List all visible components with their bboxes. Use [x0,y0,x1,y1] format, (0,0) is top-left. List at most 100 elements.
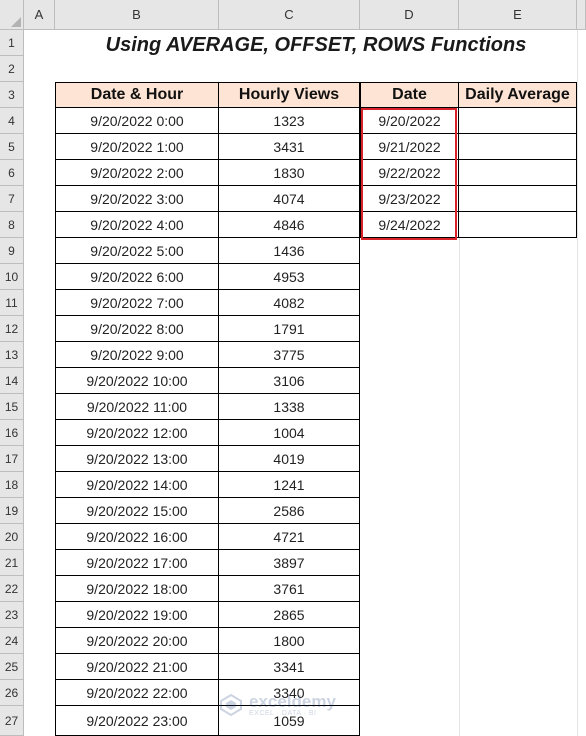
date-hour-cell[interactable]: 9/20/2022 8:00 [55,316,219,342]
row-header-8[interactable]: 8 [0,212,24,238]
row-header-15[interactable]: 15 [0,394,24,420]
daily-average-cell[interactable] [459,186,577,212]
hourly-views-cell[interactable]: 4721 [219,524,360,550]
hourly-views-cell[interactable]: 4082 [219,290,360,316]
date-hour-cell[interactable]: 9/20/2022 9:00 [55,342,219,368]
row-header-3[interactable]: 3 [0,82,24,108]
daily-average-cell[interactable] [459,108,577,134]
hourly-views-cell[interactable]: 1323 [219,108,360,134]
row-header-16[interactable]: 16 [0,420,24,446]
hourly-views-cell[interactable]: 1830 [219,160,360,186]
hourly-views-cell[interactable]: 4846 [219,212,360,238]
hourly-views-cell[interactable]: 3761 [219,576,360,602]
daily-average-cell[interactable] [459,160,577,186]
hourly-views-cell[interactable]: 3897 [219,550,360,576]
hourly-views-cell[interactable]: 2865 [219,602,360,628]
row-header-23[interactable]: 23 [0,602,24,628]
header-date-hour[interactable]: Date & Hour [55,82,219,108]
date-hour-cell[interactable]: 9/20/2022 3:00 [55,186,219,212]
date-hour-cell[interactable]: 9/20/2022 4:00 [55,212,219,238]
row-header-7[interactable]: 7 [0,186,24,212]
hourly-views-cell[interactable]: 4019 [219,446,360,472]
column-header-a[interactable]: A [24,0,55,30]
date-hour-cell[interactable]: 9/20/2022 19:00 [55,602,219,628]
hourly-views-cell[interactable]: 1338 [219,394,360,420]
sheet-title: Using AVERAGE, OFFSET, ROWS Functions [105,33,527,56]
date-hour-cell[interactable]: 9/20/2022 15:00 [55,498,219,524]
hourly-views-cell[interactable]: 1791 [219,316,360,342]
date-hour-cell[interactable]: 9/20/2022 12:00 [55,420,219,446]
date-hour-cell[interactable]: 9/20/2022 10:00 [55,368,219,394]
row-header-4[interactable]: 4 [0,108,24,134]
row-header-19[interactable]: 19 [0,498,24,524]
hourly-views-cell[interactable]: 1800 [219,628,360,654]
hourly-views-cell[interactable]: 3106 [219,368,360,394]
column-header-f-partial[interactable] [577,0,586,30]
hourly-views-cell[interactable]: 1241 [219,472,360,498]
hourly-views-cell[interactable]: 3431 [219,134,360,160]
date-hour-cell[interactable]: 9/20/2022 22:00 [55,680,219,706]
row-header-20[interactable]: 20 [0,524,24,550]
row-header-10[interactable]: 10 [0,264,24,290]
column-header-e[interactable]: E [459,0,577,30]
date-cell[interactable]: 9/23/2022 [360,186,459,212]
date-hour-cell[interactable]: 9/20/2022 16:00 [55,524,219,550]
header-daily-average[interactable]: Daily Average [459,82,577,108]
row-header-26[interactable]: 26 [0,680,24,706]
date-hour-cell[interactable]: 9/20/2022 0:00 [55,108,219,134]
date-hour-cell[interactable]: 9/20/2022 7:00 [55,290,219,316]
select-all-corner[interactable] [0,0,24,30]
daily-average-cell[interactable] [459,134,577,160]
hourly-views-cell[interactable]: 3775 [219,342,360,368]
row-header-22[interactable]: 22 [0,576,24,602]
date-hour-cell[interactable]: 9/20/2022 13:00 [55,446,219,472]
select-all-triangle-icon [11,17,21,27]
row-header-25[interactable]: 25 [0,654,24,680]
row-header-24[interactable]: 24 [0,628,24,654]
hourly-views-cell[interactable]: 4074 [219,186,360,212]
watermark-name: exceldemy [249,691,336,711]
date-hour-cell[interactable]: 9/20/2022 6:00 [55,264,219,290]
hourly-views-cell[interactable]: 4953 [219,264,360,290]
row-header-27[interactable]: 27 [0,706,24,736]
date-hour-cell[interactable]: 9/20/2022 2:00 [55,160,219,186]
row-header-11[interactable]: 11 [0,290,24,316]
row-header-14[interactable]: 14 [0,368,24,394]
date-hour-cell[interactable]: 9/20/2022 21:00 [55,654,219,680]
row-header-17[interactable]: 17 [0,446,24,472]
column-header-c[interactable]: C [219,0,360,30]
date-hour-cell[interactable]: 9/20/2022 20:00 [55,628,219,654]
row-header-1[interactable]: 1 [0,30,24,56]
date-hour-cell[interactable]: 9/20/2022 5:00 [55,238,219,264]
row-header-2[interactable]: 2 [0,56,24,82]
date-cell[interactable]: 9/21/2022 [360,134,459,160]
date-cell[interactable]: 9/24/2022 [360,212,459,238]
row-header-9[interactable]: 9 [0,238,24,264]
row-header-12[interactable]: 12 [0,316,24,342]
date-cell[interactable]: 9/20/2022 [360,108,459,134]
row-header-13[interactable]: 13 [0,342,24,368]
date-cell[interactable]: 9/22/2022 [360,160,459,186]
row-header-6[interactable]: 6 [0,160,24,186]
date-hour-cell[interactable]: 9/20/2022 11:00 [55,394,219,420]
row-header-18[interactable]: 18 [0,472,24,498]
gridline [577,30,578,736]
row-header-5[interactable]: 5 [0,134,24,160]
row-header-21[interactable]: 21 [0,550,24,576]
date-hour-cell[interactable]: 9/20/2022 18:00 [55,576,219,602]
column-header-d[interactable]: D [360,0,459,30]
watermark-tagline: EXCEL · DATA · BI [249,709,317,717]
hourly-views-cell[interactable]: 1004 [219,420,360,446]
header-hourly-views[interactable]: Hourly Views [219,82,360,108]
date-hour-cell[interactable]: 9/20/2022 1:00 [55,134,219,160]
hourly-views-cell[interactable]: 1436 [219,238,360,264]
header-date[interactable]: Date [360,82,459,108]
gridline [459,238,460,736]
hourly-views-cell[interactable]: 2586 [219,498,360,524]
date-hour-cell[interactable]: 9/20/2022 23:00 [55,706,219,736]
date-hour-cell[interactable]: 9/20/2022 14:00 [55,472,219,498]
daily-average-cell[interactable] [459,212,577,238]
column-header-b[interactable]: B [55,0,219,30]
date-hour-cell[interactable]: 9/20/2022 17:00 [55,550,219,576]
hourly-views-cell[interactable]: 3341 [219,654,360,680]
